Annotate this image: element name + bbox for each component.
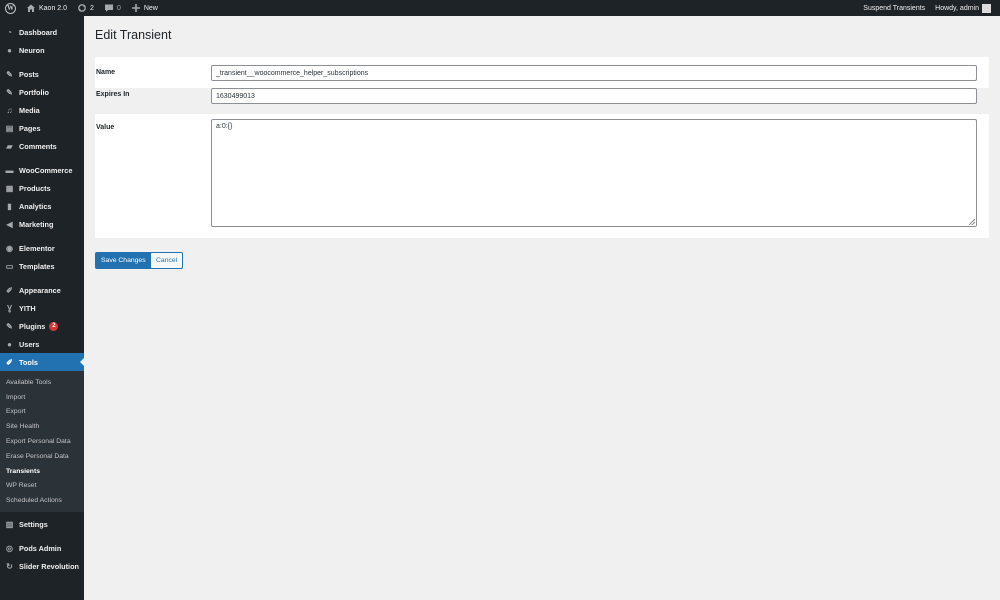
submenu-item-available-tools[interactable]: Available Tools [0,375,84,390]
settings-icon: ▥ [5,519,14,529]
neuron-icon: ● [7,45,12,55]
comment-bubble-icon [104,4,113,12]
sidebar-item-plugins[interactable]: ✎ Plugins 2 [0,317,84,335]
wrench-icon: ✐ [6,357,13,367]
sidebar-item-users[interactable]: ● Users [0,335,84,353]
submenu-item-import[interactable]: Import [0,390,84,405]
site-name: Kaon 2.0 [39,4,68,12]
brush-icon: ✐ [6,285,13,295]
comments-count: 0 [116,4,121,12]
folder-icon: ▭ [5,261,14,271]
users-icon: ● [7,339,12,349]
pods-icon: ◎ [6,543,13,553]
dashboard-icon: ◔ [7,27,12,37]
sidebar-item-tools[interactable]: ✐ Tools [0,353,84,371]
sidebar-item-dashboard[interactable]: ◔ Dashboard [0,23,84,41]
sidebar-item-pods-admin[interactable]: ◎ Pods Admin [0,539,84,557]
portfolio-icon: ✎ [6,87,13,97]
name-label: Name [96,69,116,76]
sidebar-item-pages[interactable]: ▤ Pages [0,119,84,137]
sidebar-item-portfolio[interactable]: ✎ Portfolio [0,83,84,101]
sidebar-item-settings[interactable]: ▥ Settings [0,515,84,533]
plus-icon [131,4,140,12]
submenu-item-export-personal-data[interactable]: Export Personal Data [0,434,84,449]
sidebar-item-appearance[interactable]: ✐ Appearance [0,281,84,299]
cancel-button[interactable]: Cancel [150,252,184,269]
new-label: New [143,4,158,12]
resize-handle[interactable] [969,219,975,225]
sidebar-item-woocommerce[interactable]: ▬ WooCommerce [0,161,84,179]
sidebar-item-templates[interactable]: ▭ Templates [0,257,84,275]
submenu-item-site-health[interactable]: Site Health [0,419,84,434]
updates-count: 2 [90,4,94,12]
megaphone-icon: ◀ [6,219,13,229]
plugin-icon: ✎ [6,321,13,331]
sidebar-item-media[interactable]: ♫ Media [0,101,84,119]
submenu-item-wp-reset[interactable]: WP Reset [0,479,84,494]
page-title: Edit Transient [95,28,172,42]
sidebar-item-comments[interactable]: ▰ Comments [0,137,84,155]
products-icon: ▦ [5,183,14,193]
yith-icon: Ɣ [6,303,13,313]
updates-menu[interactable]: 2 [72,0,99,16]
expires-label: Expires In [96,91,130,98]
save-changes-button[interactable]: Save Changes [95,252,152,269]
site-name-menu[interactable]: Kaon 2.0 [21,0,72,16]
admin-sidebar: ◔ Dashboard ● Neuron ✎ Posts ✎ Portfolio ♫ Me… [0,16,84,600]
updates-icon [78,4,86,12]
value-row: Value a:0:{} [95,114,989,238]
admin-bar: W Kaon 2.0 2 0 New Suspend Transients Ho… [0,0,1000,16]
tools-submenu: Available Tools Import Export Site Healt… [0,371,84,513]
analytics-icon: ▮ [7,201,12,211]
name-row: Name _transient__woocommerce_helper_subs… [95,57,989,88]
plugins-update-badge: 2 [49,321,59,331]
expires-input[interactable]: 1630499013 [211,88,977,104]
my-account-menu[interactable]: Howdy, admin [930,0,996,16]
wordpress-icon: W [5,2,16,14]
media-icon: ♫ [6,105,13,115]
sidebar-item-marketing[interactable]: ◀ Marketing [0,215,84,233]
new-content-menu[interactable]: New [126,0,163,16]
value-textarea[interactable]: a:0:{} [211,119,977,227]
submenu-item-transients[interactable]: Transients [0,464,84,479]
sidebar-item-neuron[interactable]: ● Neuron [0,41,84,59]
pin-icon: ✎ [6,69,13,79]
name-input[interactable]: _transient__woocommerce_helper_subscript… [211,65,977,81]
sidebar-item-analytics[interactable]: ▮ Analytics [0,197,84,215]
value-text: a:0:{} [216,123,233,130]
submenu-item-export[interactable]: Export [0,405,84,420]
sidebar-item-products[interactable]: ▦ Products [0,179,84,197]
woocommerce-icon: ▬ [5,165,14,175]
sidebar-item-slider-revolution[interactable]: ↻ Slider Revolution [0,557,84,575]
slider-icon: ↻ [6,561,13,571]
wordpress-logo-menu[interactable]: W [0,0,21,16]
value-label: Value [96,124,115,131]
howdy-label: Howdy, admin [935,4,979,12]
main-content: Edit Transient Name _transient__woocomme… [84,16,1000,600]
comments-menu[interactable]: 0 [99,0,126,16]
submenu-item-erase-personal-data[interactable]: Erase Personal Data [0,449,84,464]
suspend-transients-link[interactable]: Suspend Transients [858,0,930,16]
sidebar-item-elementor[interactable]: ◉ Elementor [0,239,84,257]
elementor-icon: ◉ [6,243,13,253]
sidebar-item-yith[interactable]: Ɣ YITH [0,299,84,317]
home-icon [27,4,35,12]
comment-icon: ▰ [6,141,13,151]
avatar [982,3,991,13]
sidebar-item-posts[interactable]: ✎ Posts [0,65,84,83]
pages-icon: ▤ [5,123,14,133]
submenu-item-scheduled-actions[interactable]: Scheduled Actions [0,493,84,508]
